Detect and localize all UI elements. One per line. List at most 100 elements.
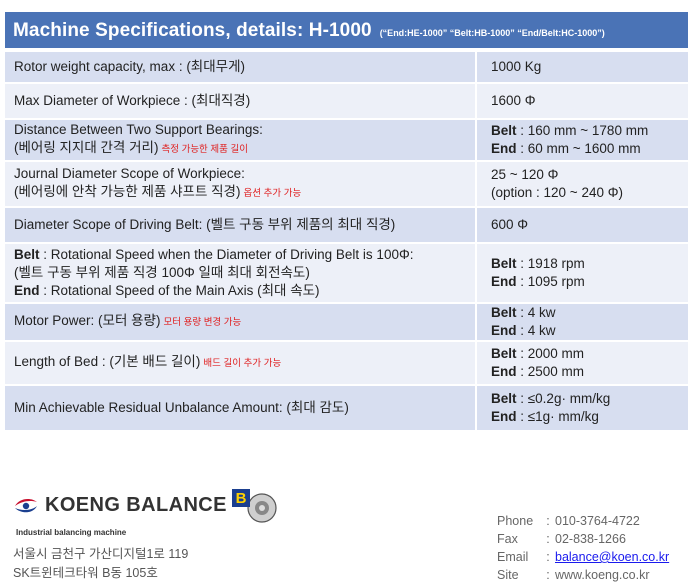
spec-row: Distance Between Two Support Bearings: (베…	[5, 120, 688, 162]
spec-value-text: : 160 mm ~ 1780 mm	[516, 123, 649, 138]
spec-label-line: Rotor weight capacity, max : (최대무게)	[14, 58, 475, 76]
spec-value: Belt : 1918 rpm End : 1095 rpm	[477, 244, 688, 302]
spec-value-key: End	[491, 409, 517, 424]
contact-value: 02-838-1266	[555, 532, 626, 546]
spec-value-text: 1000 Kg	[491, 59, 542, 74]
address-line-2: SK트윈테크타워 B동 105호	[13, 566, 158, 580]
spec-label: Belt : Rotational Speed when the Diamete…	[5, 244, 477, 302]
contact-key: Phone	[497, 514, 534, 528]
spec-value-text: : ≤1g· mm/kg	[516, 409, 599, 424]
spec-label: Diameter Scope of Driving Belt: (벨트 구동 부…	[5, 208, 477, 242]
spec-label: Distance Between Two Support Bearings: (베…	[5, 120, 477, 160]
koeng-swoosh-icon	[15, 498, 37, 512]
contact-row-email: Email: balance@koen.co.kr	[497, 548, 669, 566]
spec-label-key: End	[14, 283, 40, 298]
spec-value-text: : 2500 mm	[516, 364, 585, 379]
spec-value-line: 600 Φ	[491, 216, 688, 234]
contact-value: www.koeng.co.kr	[555, 568, 650, 582]
spec-value-text: 25 ~ 120 Φ	[491, 167, 559, 182]
spec-value: 600 Φ	[477, 208, 688, 242]
spec-value-line: End : 2500 mm	[491, 363, 688, 381]
contact-info: Phone:010-3764-4722 Fax:02-838-1266 Email:…	[497, 512, 669, 584]
spec-label-line: (베어링에 안착 가능한 제품 샤프트 직경) 옵션 추가 가능	[14, 183, 475, 203]
contact-separator: :	[546, 532, 550, 546]
spec-row: Length of Bed : (기본 배드 길이) 배드 길이 추가 가능 Bel…	[5, 342, 688, 386]
logo-tagline: Industrial balancing machine	[16, 528, 127, 537]
spec-value-text: : 60 mm ~ 1600 mm	[516, 141, 641, 156]
spec-value: 1600 Φ	[477, 84, 688, 118]
spec-label-line: Max Diameter of Workpiece : (최대직경)	[14, 92, 475, 110]
spec-value-key: Belt	[491, 305, 517, 320]
company-address: 서울시 금천구 가산디지털1로 119 SK트윈테크타워 B동 105호	[13, 545, 188, 583]
spec-value-line: (option : 120 ~ 240 Φ)	[491, 184, 688, 202]
contact-key: Fax	[497, 532, 518, 546]
spec-value-text: 600 Φ	[491, 217, 529, 232]
spec-label-line: (벨트 구동 부위 제품 직경 100Φ 일때 최대 회전속도)	[14, 264, 475, 282]
spec-label-text: Motor Power: (모터 용량)	[14, 313, 161, 328]
spec-value-key: Belt	[491, 346, 517, 361]
spec-label-line: Journal Diameter Scope of Workpiece:	[14, 165, 475, 183]
spec-label-text: Min Achievable Residual Unbalance Amount…	[14, 400, 349, 415]
spec-label-text: Journal Diameter Scope of Workpiece:	[14, 166, 245, 181]
spec-label-line: Belt : Rotational Speed when the Diamete…	[14, 246, 475, 264]
spec-row: Diameter Scope of Driving Belt: (벨트 구동 부…	[5, 208, 688, 244]
balance-b-logo-icon: B	[232, 489, 277, 523]
spec-value-key: End	[491, 323, 517, 338]
spec-row: Min Achievable Residual Unbalance Amount…	[5, 386, 688, 432]
spec-label-line: Motor Power: (모터 용량) 모터 용량 변경 가능	[14, 312, 475, 332]
spec-value-key: Belt	[491, 123, 517, 138]
address-line-1: 서울시 금천구 가산디지털1로 119	[13, 547, 189, 561]
spec-label-text: (베어링 지지대 간격 거리)	[14, 140, 159, 155]
spec-label-line: (베어링 지지대 간격 거리) 측정 가능한 제품 길이	[14, 139, 475, 159]
spec-note: 모터 용량 변경 가능	[163, 317, 242, 328]
spec-label: Length of Bed : (기본 배드 길이) 배드 길이 추가 가능	[5, 342, 477, 384]
spec-value-line: End : 60 mm ~ 1600 mm	[491, 140, 688, 158]
spec-value-key: Belt	[491, 256, 517, 271]
contact-row-fax: Fax:02-838-1266	[497, 530, 669, 548]
spec-label: Motor Power: (모터 용량) 모터 용량 변경 가능	[5, 304, 477, 340]
spec-value-key: End	[491, 274, 517, 289]
spec-value-line: End : ≤1g· mm/kg	[491, 408, 688, 426]
spec-label: Min Achievable Residual Unbalance Amount…	[5, 386, 477, 430]
spec-value-line: Belt : 2000 mm	[491, 345, 688, 363]
page-title: Machine Specifications, details: H-1000	[13, 20, 372, 41]
spec-value-text: : 1918 rpm	[516, 256, 585, 271]
spec-value-line: End : 4 kw	[491, 322, 688, 340]
spec-row: Max Diameter of Workpiece : (최대직경) 1600 Φ	[5, 84, 688, 120]
spec-label-line: Diameter Scope of Driving Belt: (벨트 구동 부…	[14, 216, 475, 234]
spec-label-line: End : Rotational Speed of the Main Axis …	[14, 282, 475, 300]
spec-label: Rotor weight capacity, max : (최대무게)	[5, 52, 477, 82]
title-bar: Machine Specifications, details: H-1000 …	[5, 12, 688, 48]
spec-row: Journal Diameter Scope of Workpiece: (베어링…	[5, 162, 688, 208]
spec-label-text: Max Diameter of Workpiece : (최대직경)	[14, 93, 251, 108]
spec-table: Rotor weight capacity, max : (최대무게) 1000 …	[5, 52, 688, 432]
spec-row: Motor Power: (모터 용량) 모터 용량 변경 가능 Belt : 4 …	[5, 304, 688, 342]
spec-label-text: (베어링에 안착 가능한 제품 샤프트 직경)	[14, 184, 241, 199]
spec-value: 25 ~ 120 Φ (option : 120 ~ 240 Φ)	[477, 162, 688, 206]
spec-label-line: Min Achievable Residual Unbalance Amount…	[14, 399, 475, 417]
contact-row-phone: Phone:010-3764-4722	[497, 512, 669, 530]
spec-value-key: End	[491, 364, 517, 379]
spec-label-line: Length of Bed : (기본 배드 길이) 배드 길이 추가 가능	[14, 353, 475, 373]
footer: KOENG BALANCE B Industrial balancing mac…	[0, 488, 693, 584]
spec-label-key: Belt	[14, 247, 40, 262]
spec-value-text: : ≤0.2g· mm/kg	[516, 391, 611, 406]
spec-value-text: (option : 120 ~ 240 Φ)	[491, 185, 623, 200]
contact-separator: :	[546, 568, 550, 582]
spec-value-line: 25 ~ 120 Φ	[491, 166, 688, 184]
spec-value-text: : 1095 rpm	[516, 274, 585, 289]
spec-label-text: : Rotational Speed when the Diameter of …	[39, 247, 414, 262]
logo-badge-letter: B	[236, 490, 247, 507]
spec-value-line: Belt : ≤0.2g· mm/kg	[491, 390, 688, 408]
spec-row: Rotor weight capacity, max : (최대무게) 1000 …	[5, 52, 688, 84]
spec-value: Belt : ≤0.2g· mm/kg End : ≤1g· mm/kg	[477, 386, 688, 430]
spec-value-key: Belt	[491, 391, 517, 406]
spec-value-line: Belt : 4 kw	[491, 304, 688, 322]
email-link[interactable]: balance@koen.co.kr	[555, 548, 669, 566]
spec-value-text: 1600 Φ	[491, 93, 536, 108]
model-codes: (“End:HE-1000” “Belt:HB-1000” “End/Belt:…	[379, 28, 605, 38]
contact-key: Email	[497, 550, 529, 564]
spec-label-text: Diameter Scope of Driving Belt: (벨트 구동 부…	[14, 217, 396, 232]
spec-value-line: 1000 Kg	[491, 58, 688, 76]
spec-row: Belt : Rotational Speed when the Diamete…	[5, 244, 688, 304]
